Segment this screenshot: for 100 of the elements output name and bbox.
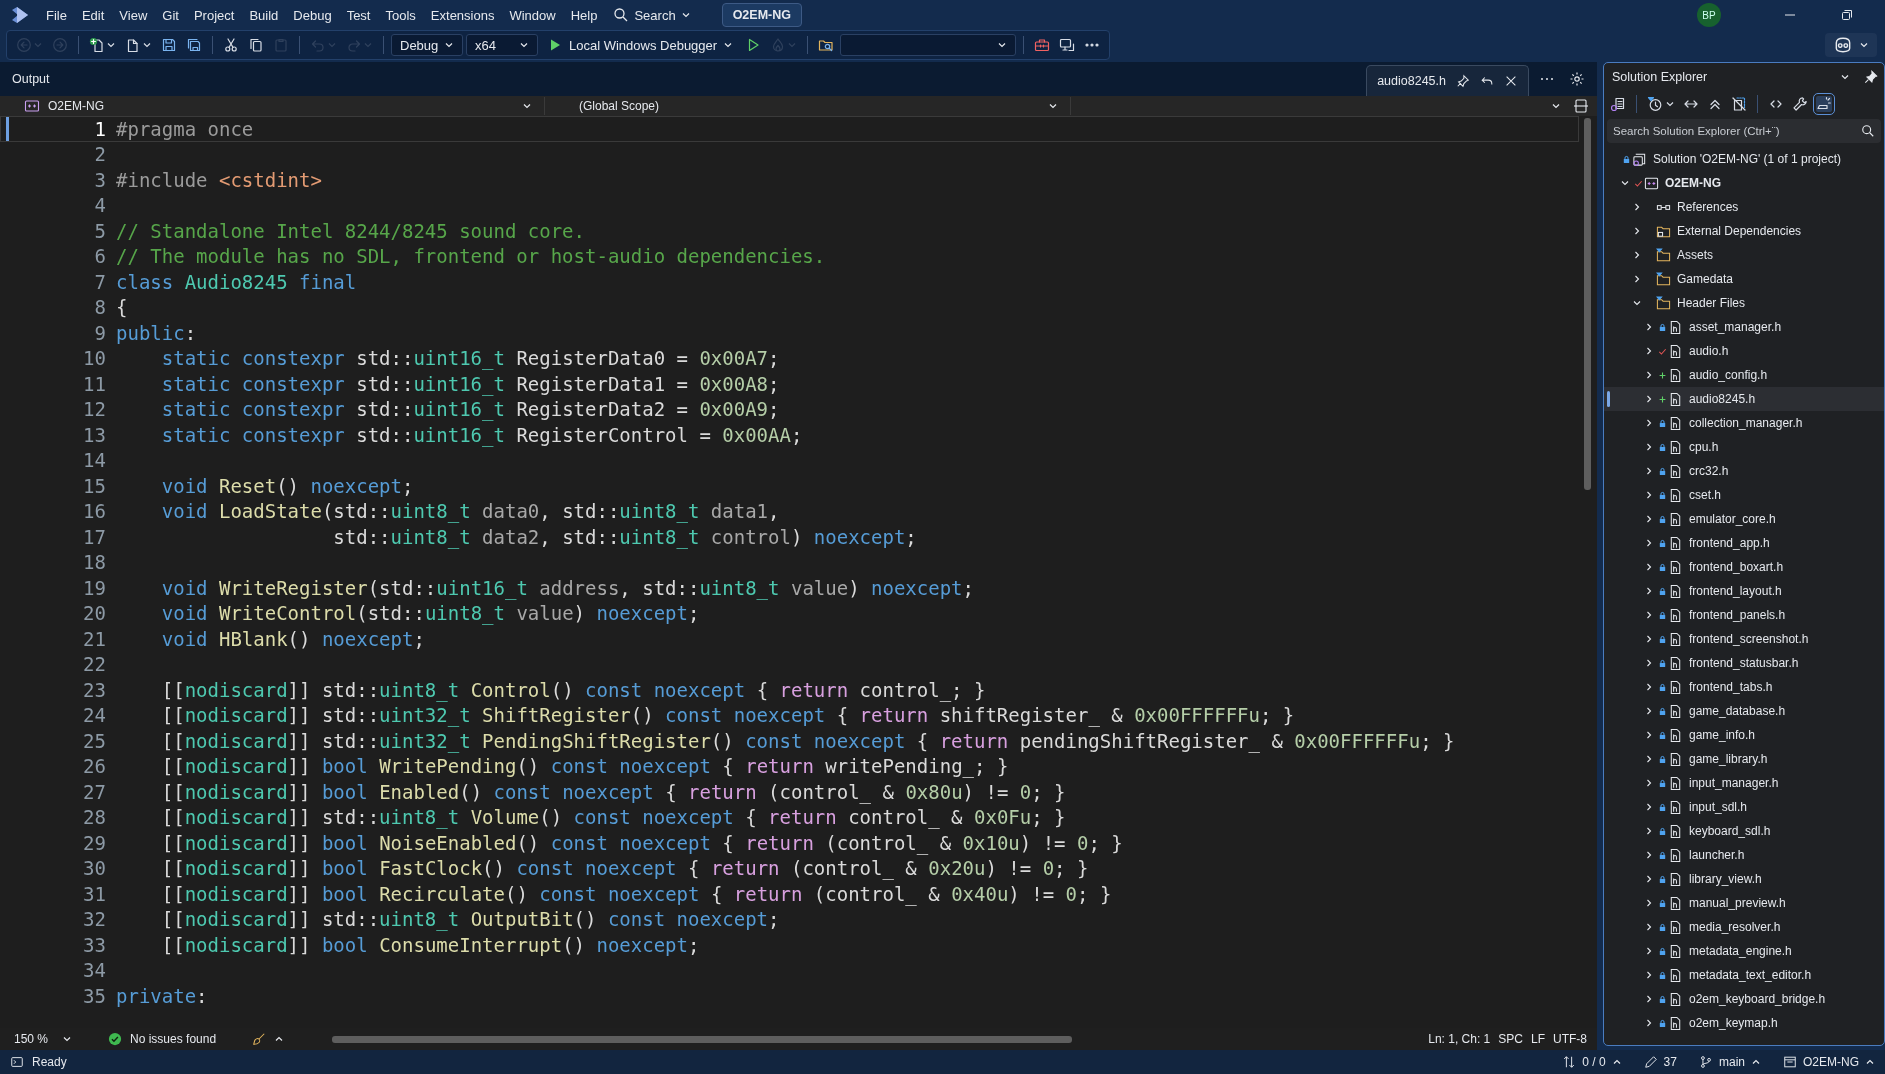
clock-icon[interactable] bbox=[1647, 96, 1663, 112]
tree-item[interactable]: keyboard_sdl.h bbox=[1604, 819, 1884, 843]
brush-icon[interactable] bbox=[252, 1032, 267, 1046]
tree-item[interactable]: Solution 'O2EM-NG' (1 of 1 project) bbox=[1604, 147, 1884, 171]
copy-icon[interactable] bbox=[248, 37, 264, 53]
changes-button[interactable]: 0 / 0 bbox=[1562, 1055, 1622, 1069]
tree-item[interactable]: o2em_keyboard_bridge.h bbox=[1604, 987, 1884, 1011]
line-ending[interactable]: LF bbox=[1531, 1032, 1545, 1046]
expand-chevron-icon[interactable] bbox=[1644, 1018, 1654, 1028]
restore-icon[interactable] bbox=[1841, 9, 1853, 21]
tree-item[interactable]: frontend_app.h bbox=[1604, 531, 1884, 555]
gear-icon[interactable] bbox=[1569, 71, 1585, 87]
tree-item[interactable]: frontend_statusbar.h bbox=[1604, 651, 1884, 675]
dropdown[interactable]: Debug bbox=[391, 34, 463, 56]
tree-item[interactable]: audio.h bbox=[1604, 339, 1884, 363]
menu-item[interactable]: Window bbox=[502, 4, 563, 26]
collapse-chevron-icon[interactable] bbox=[1620, 178, 1630, 188]
expand-chevron-icon[interactable] bbox=[1632, 202, 1642, 212]
branch-button[interactable]: main bbox=[1698, 1055, 1761, 1069]
expand-chevron-icon[interactable] bbox=[1644, 682, 1654, 692]
tree-item[interactable]: cset.h bbox=[1604, 483, 1884, 507]
undo-icon[interactable] bbox=[1480, 74, 1494, 88]
tree-item[interactable]: metadata_text_editor.h bbox=[1604, 963, 1884, 987]
close-icon[interactable] bbox=[1504, 74, 1518, 88]
output-icon[interactable] bbox=[10, 1055, 24, 1069]
expand-chevron-icon[interactable] bbox=[1644, 946, 1654, 956]
document-icon[interactable] bbox=[1610, 96, 1626, 112]
tree-item[interactable]: game_library.h bbox=[1604, 747, 1884, 771]
issues-status[interactable]: No issues found bbox=[130, 1032, 217, 1046]
tree-item[interactable]: metadata_engine.h bbox=[1604, 939, 1884, 963]
pin-icon[interactable] bbox=[1864, 70, 1878, 84]
expand-chevron-icon[interactable] bbox=[1644, 658, 1654, 668]
expand-chevron-icon[interactable] bbox=[1644, 322, 1654, 332]
edits-button[interactable]: 37 bbox=[1643, 1055, 1677, 1069]
menu-item[interactable]: Project bbox=[186, 4, 242, 26]
search-button[interactable]: Search bbox=[605, 4, 699, 26]
tree-item[interactable]: audio_config.h bbox=[1604, 363, 1884, 387]
menu-item[interactable]: File bbox=[39, 4, 74, 26]
expand-chevron-icon[interactable] bbox=[1644, 586, 1654, 596]
scrollbar-thumb[interactable] bbox=[1584, 118, 1591, 490]
folder-search-icon[interactable] bbox=[818, 37, 835, 53]
tree-item[interactable]: frontend_layout.h bbox=[1604, 579, 1884, 603]
tree-item[interactable]: input_manager.h bbox=[1604, 771, 1884, 795]
expand-chevron-icon[interactable] bbox=[1644, 538, 1654, 548]
search-field[interactable]: Search Solution Explorer (Ctrl+¨) bbox=[1607, 119, 1881, 143]
expand-chevron-icon[interactable] bbox=[1644, 442, 1654, 452]
tree-item[interactable]: Gamedata bbox=[1604, 267, 1884, 291]
expand-chevron-icon[interactable] bbox=[1644, 898, 1654, 908]
tree-item[interactable]: References bbox=[1604, 195, 1884, 219]
indentation-mode[interactable]: SPC bbox=[1498, 1032, 1523, 1046]
scissors-icon[interactable] bbox=[223, 37, 239, 53]
menu-item[interactable]: Extensions bbox=[423, 4, 502, 26]
caret-icon[interactable] bbox=[106, 40, 116, 50]
caret-icon[interactable] bbox=[142, 40, 152, 50]
toolbox-icon[interactable] bbox=[1034, 37, 1051, 53]
tree-item[interactable]: External Dependencies bbox=[1604, 219, 1884, 243]
tree-item[interactable]: launcher.h bbox=[1604, 843, 1884, 867]
file-encoding[interactable]: UTF-8 bbox=[1553, 1032, 1587, 1046]
monitor-icon[interactable] bbox=[1059, 37, 1076, 53]
cursor-position[interactable]: Ln: 1, Ch: 1 bbox=[1428, 1032, 1491, 1046]
tree-item[interactable]: Header Files bbox=[1604, 291, 1884, 315]
wrench-icon[interactable] bbox=[1792, 96, 1808, 112]
tree-item[interactable]: game_database.h bbox=[1604, 699, 1884, 723]
caret-icon[interactable] bbox=[1665, 99, 1675, 109]
menu-item[interactable]: Debug bbox=[286, 4, 339, 26]
scope-dropdown[interactable]: (Global Scope) bbox=[544, 97, 1064, 115]
tree-item[interactable]: input_sdl.h bbox=[1604, 795, 1884, 819]
menu-item[interactable]: Test bbox=[339, 4, 378, 26]
expand-chevron-icon[interactable] bbox=[1632, 250, 1642, 260]
expand-chevron-icon[interactable] bbox=[1632, 226, 1642, 236]
tree-item[interactable]: media_resolver.h bbox=[1604, 915, 1884, 939]
tree-item[interactable]: manual_preview.h bbox=[1604, 891, 1884, 915]
expand-chevron-icon[interactable] bbox=[1644, 394, 1654, 404]
tree-item[interactable]: frontend_panels.h bbox=[1604, 603, 1884, 627]
expand-chevron-icon[interactable] bbox=[1644, 610, 1654, 620]
tree-item[interactable]: asset_manager.h bbox=[1604, 315, 1884, 339]
tree-item[interactable]: collection_manager.h bbox=[1604, 411, 1884, 435]
expand-chevron-icon[interactable] bbox=[1644, 970, 1654, 980]
expand-chevron-icon[interactable] bbox=[1644, 778, 1654, 788]
account-avatar[interactable]: BP bbox=[1697, 3, 1721, 27]
file-icon[interactable] bbox=[125, 37, 141, 53]
menu-item[interactable]: Edit bbox=[74, 4, 112, 26]
expand-chevron-icon[interactable] bbox=[1644, 418, 1654, 428]
expand-chevron-icon[interactable] bbox=[1644, 370, 1654, 380]
expand-chevron-icon[interactable] bbox=[1644, 874, 1654, 884]
split-icon[interactable] bbox=[1573, 98, 1589, 114]
tree-item[interactable]: crc32.h bbox=[1604, 459, 1884, 483]
menu-item[interactable]: Tools bbox=[378, 4, 423, 26]
tree-item[interactable]: Assets bbox=[1604, 243, 1884, 267]
caret-icon[interactable] bbox=[274, 1034, 285, 1044]
new-file-icon[interactable] bbox=[89, 37, 105, 53]
tree-item[interactable]: frontend_screenshot.h bbox=[1604, 627, 1884, 651]
expand-chevron-icon[interactable] bbox=[1644, 346, 1654, 356]
tree-item[interactable]: library_view.h bbox=[1604, 867, 1884, 891]
preview-icon[interactable] bbox=[1816, 96, 1832, 112]
output-window-tab[interactable]: Output bbox=[12, 72, 50, 86]
tree-item[interactable]: o2em_keymap.h bbox=[1604, 1011, 1884, 1035]
menu-item[interactable]: Help bbox=[563, 4, 605, 26]
menu-item[interactable]: View bbox=[112, 4, 155, 26]
repository-button[interactable]: O2EM-NG bbox=[1783, 1055, 1875, 1069]
